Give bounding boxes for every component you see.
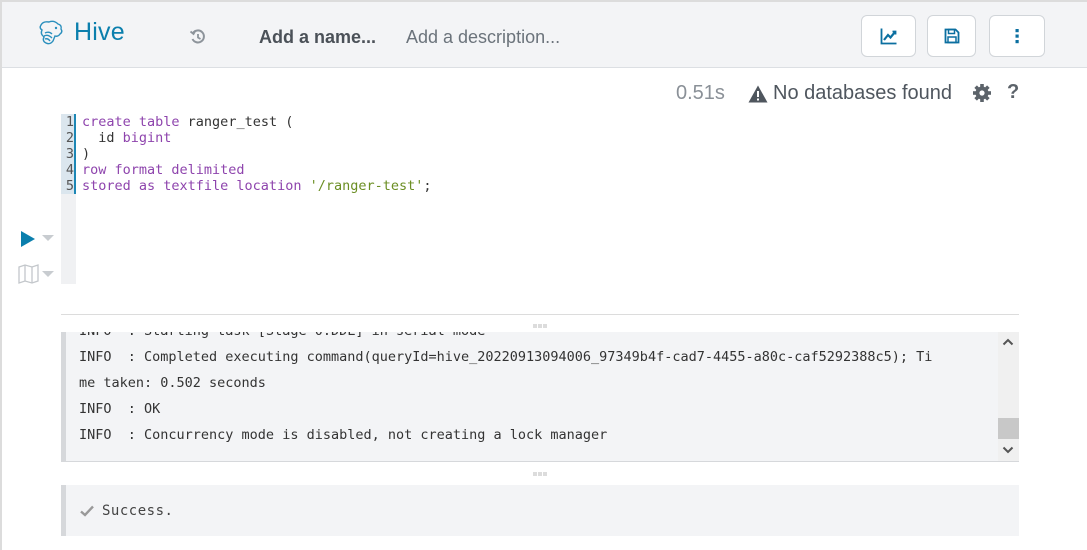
sql-string: '/ranger-test' — [309, 178, 424, 194]
code-line[interactable]: 1 create table ranger_test ( — [61, 114, 293, 130]
sql-keyword: bigint — [122, 130, 172, 146]
app-brand[interactable]: Hive — [36, 18, 125, 47]
line-number: 4 — [65, 162, 74, 178]
sql-keyword: create table — [82, 114, 180, 130]
database-warning-text: No databases found — [773, 82, 953, 104]
code-line[interactable]: 2 id bigint — [61, 130, 172, 146]
code-text: stored as textfile location '/ranger-tes… — [82, 178, 432, 194]
code-text: create table ranger_test ( — [82, 114, 293, 130]
more-vertical-icon — [1015, 29, 1019, 44]
check-icon — [80, 505, 94, 517]
help-button[interactable]: ? — [1007, 81, 1019, 104]
execution-time: 0.51s — [676, 82, 725, 104]
sql-editor[interactable]: 1 create table ranger_test (2 id bigint 3)… — [61, 114, 1019, 284]
save-button[interactable] — [927, 15, 976, 57]
result-message: Success. — [102, 502, 174, 519]
query-name-input[interactable]: Add a name... — [259, 27, 376, 48]
code-text: row format delimited — [82, 162, 245, 178]
line-number: 2 — [65, 130, 74, 146]
warning-icon — [748, 85, 768, 102]
sql-token: ; — [423, 178, 432, 194]
map-icon[interactable] — [18, 264, 40, 284]
line-number: 3 — [65, 146, 74, 162]
chevron-down-icon[interactable] — [1002, 445, 1014, 455]
line-number: 1 — [65, 114, 74, 130]
sql-token: id — [82, 130, 123, 146]
database-warning[interactable]: No databases found — [748, 82, 952, 105]
resize-handle[interactable] — [533, 472, 547, 476]
save-icon — [944, 28, 959, 44]
code-line[interactable]: 4 row format delimited — [61, 162, 245, 178]
more-button[interactable] — [989, 15, 1045, 57]
log-line: INFO : Completed executing command(query… — [79, 349, 933, 365]
run-options-caret-icon[interactable] — [42, 235, 54, 241]
chart-button[interactable] — [861, 15, 916, 57]
log-line: me taken: 0.502 seconds — [79, 375, 266, 391]
query-log: INFO : Starting task [Stage-0:DDL] in se… — [61, 332, 1019, 462]
sql-token: ranger_test ( — [179, 114, 294, 130]
editor-header: Hive Add a name... Add a description... — [2, 2, 1087, 68]
log-line: INFO : OK — [79, 401, 161, 417]
resize-handle[interactable] — [533, 324, 547, 328]
explain-options-caret-icon[interactable] — [42, 271, 54, 277]
sql-keyword: row format delimited — [82, 162, 245, 178]
scrollbar-thumb[interactable] — [998, 418, 1019, 439]
editor-divider — [61, 314, 1019, 315]
line-number: 5 — [65, 178, 74, 194]
log-line: INFO : Concurrency mode is disabled, not… — [79, 427, 608, 443]
app-title: Hive — [74, 18, 125, 46]
code-text: ) — [82, 146, 90, 162]
chevron-up-icon[interactable] — [1002, 337, 1014, 347]
query-description-input[interactable]: Add a description... — [406, 27, 560, 48]
sql-token: ) — [82, 146, 91, 162]
hive-logo-icon — [39, 20, 63, 44]
chart-line-icon — [880, 28, 896, 45]
log-scrollbar[interactable] — [998, 332, 1019, 461]
result-status: Success. — [61, 485, 1019, 536]
history-icon[interactable] — [189, 28, 207, 46]
sql-keyword: stored as textfile location — [82, 178, 310, 194]
log-line: INFO : Starting task [Stage-0:DDL] in se… — [79, 332, 485, 344]
play-icon[interactable] — [20, 230, 36, 248]
code-text: id bigint — [82, 130, 171, 146]
code-line[interactable]: 5 stored as textfile location '/ranger-te… — [61, 178, 432, 194]
code-line[interactable]: 3) — [61, 146, 90, 162]
gear-icon[interactable] — [972, 83, 992, 103]
